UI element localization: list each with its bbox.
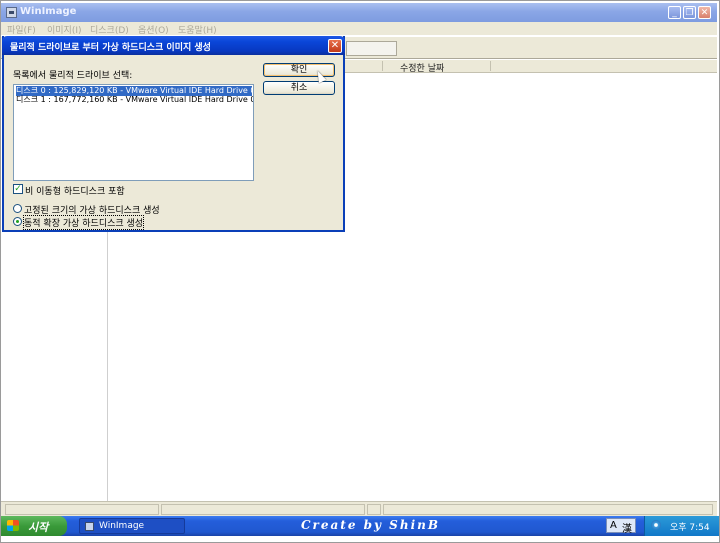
menu-disk[interactable]: 디스크(D) xyxy=(90,23,129,36)
drive-list-item[interactable]: 디스크 1 : 167,772,160 KB - VMware Virtual … xyxy=(16,95,253,105)
column-separator[interactable] xyxy=(490,61,491,71)
status-cell xyxy=(367,504,381,515)
drive-listbox[interactable]: 디스크 0 : 125,829,120 KB - VMware Virtual … xyxy=(13,84,254,181)
banner-text: Create by ShinB xyxy=(301,518,440,532)
status-cell xyxy=(383,504,713,515)
menu-image[interactable]: 이미지(I) xyxy=(47,23,82,36)
winimage-app-icon xyxy=(85,522,94,531)
menu-bar: 파일(F) 이미지(I) 디스크(D) 옵션(O) 도움말(H) xyxy=(1,22,717,36)
minimize-button[interactable]: _ xyxy=(668,6,681,19)
restore-button[interactable]: ❐ xyxy=(683,6,696,19)
ime-hanja: 漢 xyxy=(622,524,632,535)
close-window-button[interactable]: ✕ xyxy=(698,6,711,19)
drive-list-label: 목록에서 물리적 드라이브 선택: xyxy=(13,71,133,81)
system-tray: 오후 7:54 xyxy=(644,516,719,536)
window-title: WinImage xyxy=(20,6,77,17)
radio-dot-icon[interactable] xyxy=(13,217,22,226)
menu-help[interactable]: 도움말(H) xyxy=(178,23,217,36)
taskbar-winimage-button[interactable]: WinImage xyxy=(79,518,185,534)
dialog-title: 물리적 드라이브로 부터 가상 하드디스크 이미지 생성 xyxy=(10,43,211,53)
winimage-app-icon[interactable] xyxy=(6,7,17,18)
fixed-size-radio[interactable] xyxy=(13,204,22,213)
fixed-size-label: 고정된 크기의 가상 하드디스크 생성 xyxy=(24,206,160,216)
menu-file[interactable]: 파일(F) xyxy=(7,23,36,36)
dynamic-label: 동적 확장 가상 하드디스크 생성 xyxy=(22,215,145,230)
ime-letter: A xyxy=(610,520,617,531)
clock[interactable]: 오후 7:54 xyxy=(670,520,710,533)
ime-indicator[interactable]: A 漢 xyxy=(606,518,636,535)
status-cell xyxy=(5,504,159,515)
toolbar-path-field[interactable] xyxy=(346,41,397,56)
main-title-bar[interactable]: WinImage _ ❐ ✕ xyxy=(1,3,717,22)
dialog-close-button[interactable]: ✕ xyxy=(328,39,342,53)
column-modified-date[interactable]: 수정한 날짜 xyxy=(400,61,444,74)
start-button[interactable]: 시작 xyxy=(1,516,67,536)
network-tray-icon[interactable] xyxy=(651,520,661,530)
windows-flag-icon xyxy=(7,520,19,531)
taskbar: 시작 WinImage Create by ShinB A 漢 오후 7:54 xyxy=(1,516,719,536)
start-label: 시작 xyxy=(28,521,49,534)
status-cell xyxy=(161,504,365,515)
column-separator[interactable] xyxy=(382,61,383,71)
checkmark-icon[interactable]: ✓ xyxy=(13,184,23,194)
cancel-button[interactable]: 취소 xyxy=(263,81,335,95)
menu-options[interactable]: 옵션(O) xyxy=(138,23,169,36)
dialog-title-bar[interactable]: 물리적 드라이브로 부터 가상 하드디스크 이미지 생성 xyxy=(2,36,345,55)
taskbar-task-label: WinImage xyxy=(99,521,145,531)
include-nonremovable-label: 비 이동형 하드디스크 포함 xyxy=(25,187,125,197)
status-bar xyxy=(1,501,717,517)
